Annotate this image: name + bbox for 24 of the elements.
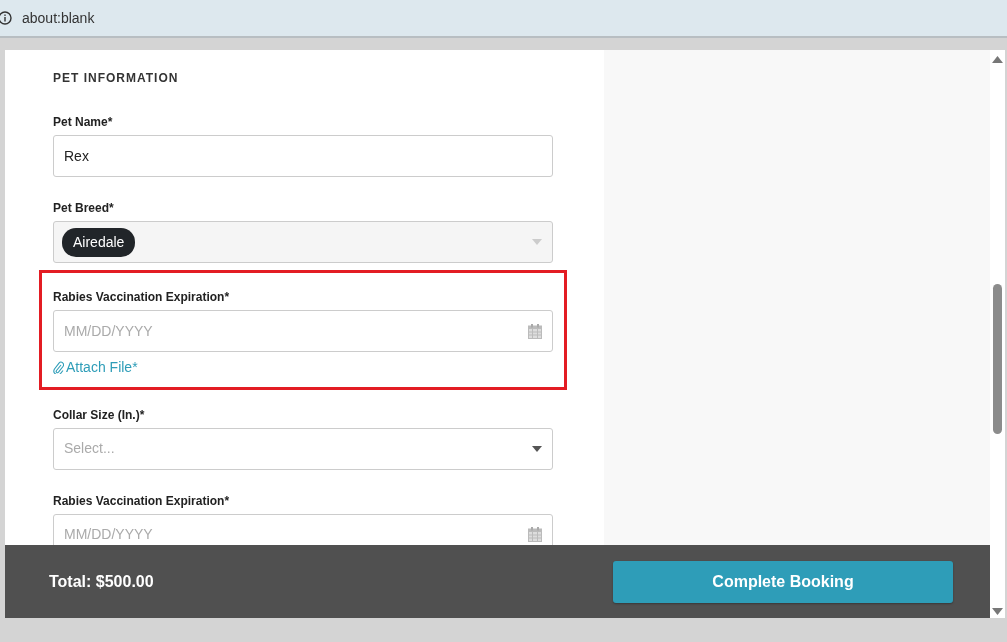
breed-select[interactable]: Airedale: [53, 221, 553, 263]
calendar-icon[interactable]: [528, 527, 542, 542]
info-icon[interactable]: [0, 11, 12, 25]
text-input[interactable]: Rex: [53, 135, 553, 177]
field-label: Rabies Vaccination Expiration*: [53, 493, 230, 508]
address-url[interactable]: about:blank: [22, 7, 95, 29]
complete-booking-button[interactable]: Complete Booking: [613, 560, 953, 603]
date-input[interactable]: MM/DD/YYYY: [53, 310, 553, 352]
scroll-down-icon[interactable]: [992, 608, 1003, 615]
scroll-up-icon[interactable]: [992, 56, 1003, 63]
field-label: Rabies Vaccination Expiration*: [53, 290, 230, 304]
field-label: Pet Breed*: [53, 201, 114, 215]
paperclip-icon[interactable]: [53, 360, 64, 374]
date-input[interactable]: MM/DD/YYYY: [53, 513, 553, 545]
field-label: Collar Size (In.)*: [53, 407, 145, 422]
total-price: Total: $500.00: [49, 571, 154, 592]
calendar-icon[interactable]: [528, 323, 542, 339]
section-heading: PET INFORMATION: [53, 71, 180, 85]
dropdown-caret-icon[interactable]: [532, 445, 542, 452]
attach-file-link[interactable]: Attach File*: [53, 358, 138, 376]
field-label: Pet Name*: [53, 115, 113, 129]
collar-size-select[interactable]: Select...: [53, 427, 553, 470]
breed-tag[interactable]: Airedale: [62, 227, 136, 257]
scroll-thumb[interactable]: [993, 284, 1002, 434]
